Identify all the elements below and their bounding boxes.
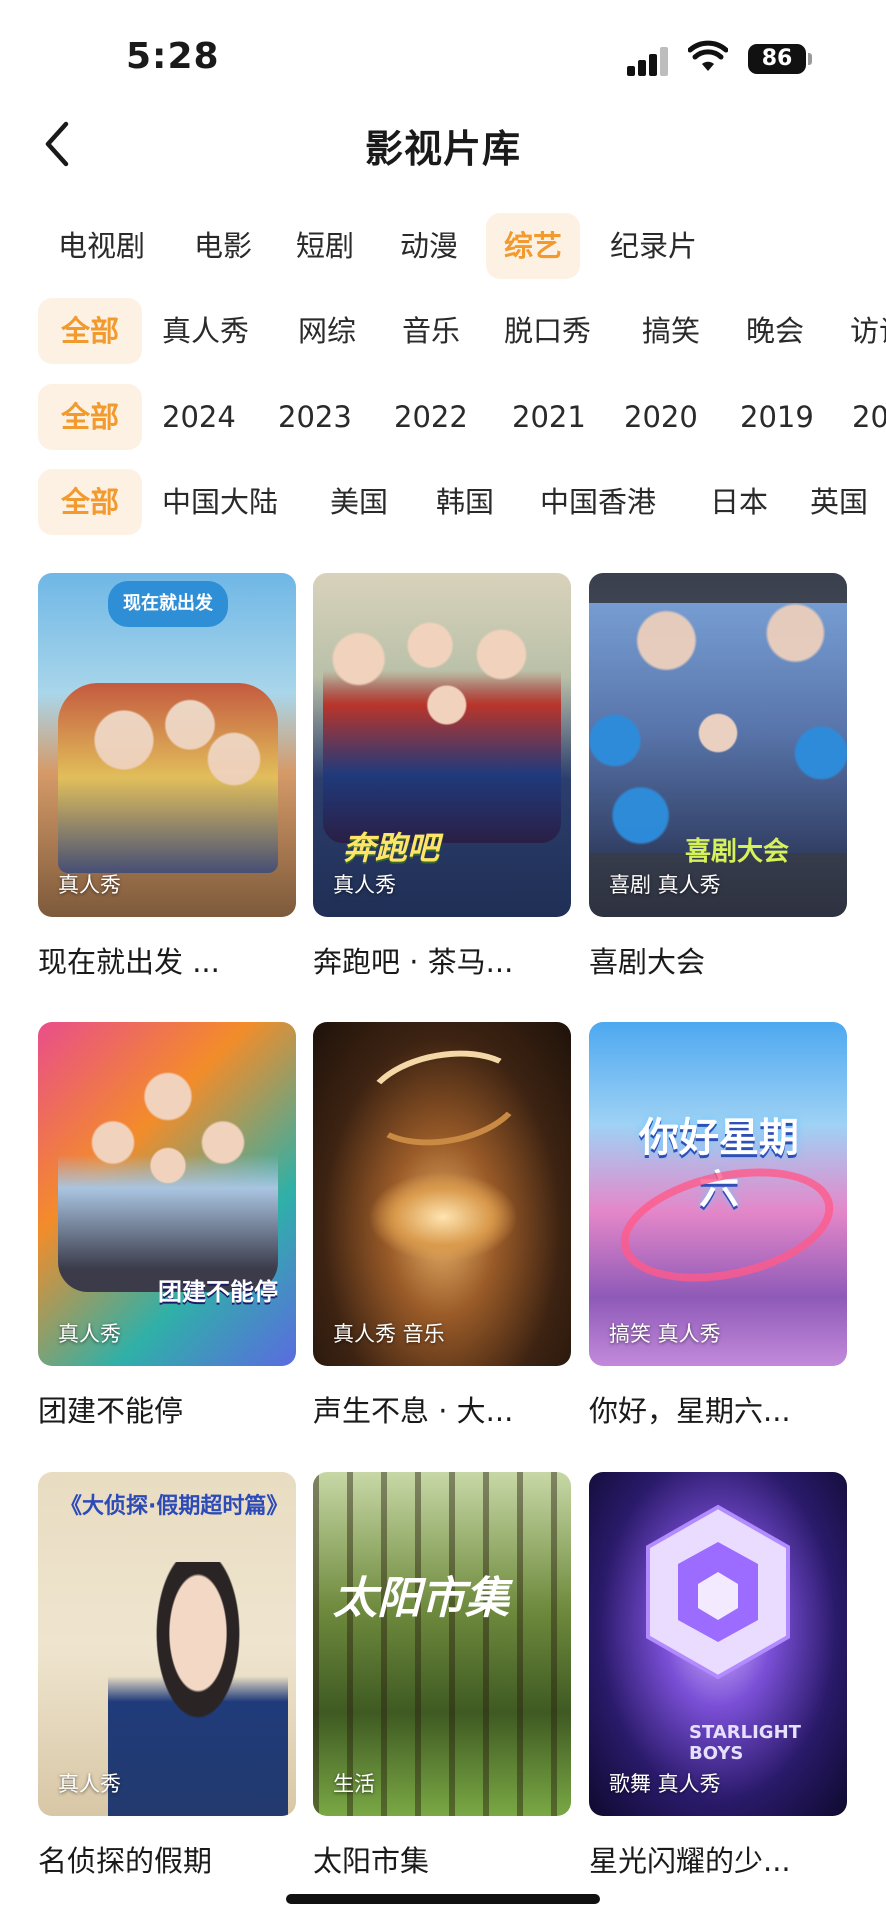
region-chip[interactable]: 英国 — [792, 469, 886, 535]
battery-cap — [808, 53, 812, 65]
poster-tag: 真人秀 — [58, 1322, 121, 1346]
card-title: 名侦探的假期 — [38, 1844, 213, 1878]
region-chip[interactable]: 中国大陆 — [144, 469, 296, 535]
year-filter-row: 全部 2024 2023 2022 2021 2020 2019 2018 — [0, 384, 886, 450]
genre-chip[interactable]: 网综 — [280, 298, 374, 364]
card-title: 喜剧大会 — [589, 945, 706, 979]
poster-image[interactable]: 喜剧大会 喜剧 真人秀 — [589, 573, 847, 917]
year-chip[interactable]: 2018 — [834, 384, 886, 450]
poster-figures — [58, 1062, 278, 1292]
poster-image[interactable]: 《大侦探·假期超时篇》 真人秀 — [38, 1472, 296, 1816]
poster-tag: 真人秀 音乐 — [333, 1322, 445, 1346]
battery-icon: 86 — [748, 44, 806, 74]
tab-tv-series[interactable]: 电视剧 — [40, 213, 163, 279]
card-title: 太阳市集 — [313, 1844, 430, 1878]
poster-logo: 奔跑吧 — [343, 829, 440, 867]
region-chip[interactable]: 韩国 — [418, 469, 512, 535]
tab-variety[interactable]: 综艺 — [486, 213, 581, 279]
tab-movie[interactable]: 电影 — [176, 213, 270, 279]
poster-figures — [58, 683, 278, 873]
poster-tag: 真人秀 — [333, 873, 396, 897]
genre-filter-row: 全部 真人秀 网综 音乐 脱口秀 搞笑 晚会 访谈 — [0, 298, 886, 364]
genre-chip[interactable]: 访谈 — [832, 298, 886, 364]
poster-tag: 搞笑 真人秀 — [609, 1322, 721, 1346]
tab-short-drama[interactable]: 短剧 — [278, 213, 372, 279]
poster-trees — [313, 1472, 571, 1816]
poster-image[interactable]: 奔跑吧 真人秀 — [313, 573, 571, 917]
status-time: 5:28 — [126, 36, 220, 77]
show-card[interactable]: 真人秀 音乐 声生不息 · 大... — [313, 1022, 571, 1430]
poster-disc — [368, 1172, 518, 1262]
hexagon-logo-icon — [646, 1504, 790, 1680]
poster-tag: 生活 — [333, 1772, 375, 1796]
genre-chip[interactable]: 搞笑 — [624, 298, 718, 364]
poster-logo: 现在就出发 — [108, 581, 228, 627]
genre-chip[interactable]: 音乐 — [384, 298, 478, 364]
poster-image[interactable]: 太阳市集 生活 — [313, 1472, 571, 1816]
genre-chip-all[interactable]: 全部 — [38, 298, 142, 364]
year-chip[interactable]: 2022 — [376, 384, 486, 450]
show-card[interactable]: 太阳市集 生活 太阳市集 — [313, 1472, 571, 1880]
show-card[interactable]: 喜剧大会 喜剧 真人秀 喜剧大会 — [589, 573, 847, 981]
poster-image[interactable]: 你好星期六 搞笑 真人秀 — [589, 1022, 847, 1366]
poster-figures — [323, 613, 561, 843]
genre-chip[interactable]: 脱口秀 — [486, 298, 609, 364]
poster-logo: 《大侦探·假期超时篇》 — [60, 1494, 289, 1519]
card-title: 现在就出发 ... — [38, 945, 220, 979]
genre-chip[interactable]: 晚会 — [728, 298, 822, 364]
year-chip-all[interactable]: 全部 — [38, 384, 142, 450]
poster-figures — [589, 603, 847, 853]
cellular-signal-icon — [627, 46, 671, 76]
show-card[interactable]: 团建不能停 真人秀 团建不能停 — [38, 1022, 296, 1430]
year-chip[interactable]: 2023 — [260, 384, 370, 450]
card-title: 声生不息 · 大... — [313, 1394, 514, 1428]
poster-logo: 团建不能停 — [158, 1278, 278, 1306]
region-chip-all[interactable]: 全部 — [38, 469, 142, 535]
home-indicator[interactable] — [286, 1894, 600, 1904]
region-chip[interactable]: 美国 — [312, 469, 406, 535]
category-tabs: 电视剧 电影 短剧 动漫 综艺 纪录片 — [0, 213, 886, 279]
show-card[interactable]: 《大侦探·假期超时篇》 真人秀 名侦探的假期 — [38, 1472, 296, 1880]
poster-tag: 真人秀 — [58, 873, 121, 897]
poster-image[interactable]: 真人秀 音乐 — [313, 1022, 571, 1366]
poster-tag: 真人秀 — [58, 1772, 121, 1796]
poster-tag: 喜剧 真人秀 — [609, 873, 721, 897]
year-chip[interactable]: 2019 — [722, 384, 832, 450]
poster-figure — [108, 1562, 288, 1816]
show-card[interactable]: STARLIGHT BOYS 歌舞 真人秀 星光闪耀的少... — [589, 1472, 847, 1880]
show-card[interactable]: 奔跑吧 真人秀 奔跑吧 · 茶马... — [313, 573, 571, 981]
region-chip[interactable]: 中国香港 — [522, 469, 674, 535]
card-title: 团建不能停 — [38, 1394, 184, 1428]
genre-chip[interactable]: 真人秀 — [144, 298, 267, 364]
poster-tag: 歌舞 真人秀 — [609, 1772, 721, 1796]
tab-documentary[interactable]: 纪录片 — [592, 213, 715, 279]
tab-anime[interactable]: 动漫 — [382, 213, 476, 279]
poster-image[interactable]: STARLIGHT BOYS 歌舞 真人秀 — [589, 1472, 847, 1816]
poster-swirl — [356, 1038, 532, 1158]
poster-logo: STARLIGHT BOYS — [689, 1722, 801, 1764]
year-chip[interactable]: 2020 — [606, 384, 716, 450]
wifi-icon — [688, 40, 728, 71]
card-title: 奔跑吧 · 茶马... — [313, 945, 514, 979]
region-chip[interactable]: 日本 — [692, 469, 786, 535]
poster-image[interactable]: 团建不能停 真人秀 — [38, 1022, 296, 1366]
year-chip[interactable]: 2021 — [494, 384, 604, 450]
status-bar: 5:28 86 — [0, 0, 886, 110]
card-title: 你好，星期六... — [589, 1394, 791, 1428]
poster-image[interactable]: 现在就出发 真人秀 — [38, 573, 296, 917]
show-card[interactable]: 现在就出发 真人秀 现在就出发 ... — [38, 573, 296, 981]
region-filter-row: 全部 中国大陆 美国 韩国 中国香港 日本 英国 — [0, 469, 886, 535]
show-card[interactable]: 你好星期六 搞笑 真人秀 你好，星期六... — [589, 1022, 847, 1430]
card-title: 星光闪耀的少... — [589, 1844, 791, 1878]
year-chip[interactable]: 2024 — [144, 384, 254, 450]
poster-logo: 太阳市集 — [333, 1573, 509, 1624]
page-title: 影视片库 — [364, 127, 521, 171]
